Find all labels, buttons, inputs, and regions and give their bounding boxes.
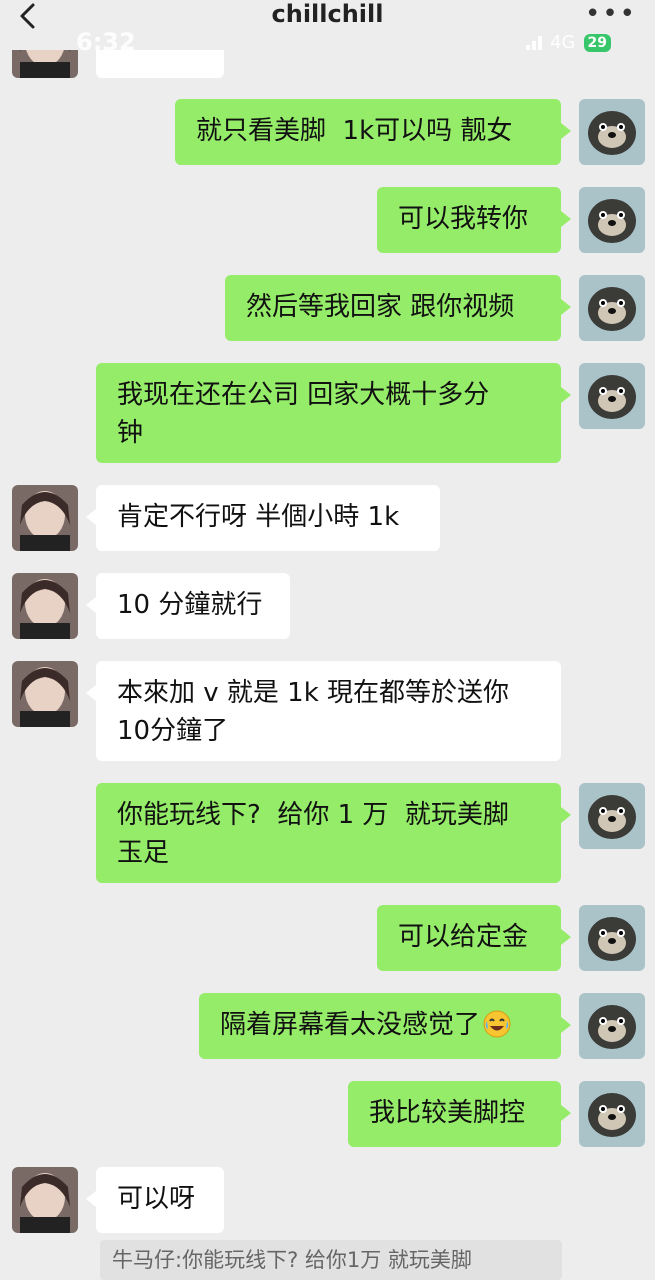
message-bubble[interactable]: 肯定不行呀 半個小時 1k	[86, 485, 440, 551]
avatar[interactable]	[579, 783, 645, 849]
laugh-cry-emoji-icon	[482, 1009, 512, 1039]
message-bubble[interactable]: 然后等我回家 跟你视频	[225, 275, 571, 341]
avatar[interactable]	[12, 573, 78, 639]
message-text: 隔着屏幕看太没感觉了	[220, 1010, 481, 1040]
status-time: 6:32	[76, 28, 136, 56]
avatar[interactable]	[12, 485, 78, 551]
message-bubble[interactable]: 可以给定金	[377, 905, 571, 971]
chat-area[interactable]: 另一條 就只看美脚 1k可以吗 靓女 可以我转你 然后等我回家 跟你视频 我现在…	[0, 0, 655, 1280]
network-type: 4G	[550, 32, 576, 53]
message-bubble[interactable]: 隔着屏幕看太没感觉了	[199, 993, 571, 1059]
status-indicators: 4G 29	[526, 32, 611, 53]
chat-header: chillchill ••• 6:32 4G 29	[0, 0, 655, 56]
message-bubble[interactable]: 可以呀	[86, 1167, 224, 1233]
message-bubble[interactable]: 我现在还在公司 回家大概十多分 钟	[96, 363, 571, 463]
avatar[interactable]	[579, 275, 645, 341]
avatar[interactable]	[12, 1167, 78, 1233]
message-bubble[interactable]: 可以我转你	[377, 187, 571, 253]
avatar[interactable]	[579, 187, 645, 253]
avatar[interactable]	[579, 363, 645, 429]
message-bubble[interactable]: 本來加 v 就是 1k 現在都等於送你 10分鐘了	[86, 661, 561, 761]
signal-icon	[526, 35, 543, 50]
battery-icon: 29	[583, 33, 611, 52]
avatar[interactable]	[579, 905, 645, 971]
message-bubble[interactable]: 就只看美脚 1k可以吗 靓女	[175, 99, 571, 165]
message-bubble[interactable]: 10 分鐘就行	[86, 573, 290, 639]
message-bubble[interactable]: 你能玩线下? 给你 1 万 就玩美脚 玉足	[96, 783, 571, 883]
avatar[interactable]	[579, 99, 645, 165]
avatar[interactable]	[579, 993, 645, 1059]
avatar[interactable]	[12, 661, 78, 727]
quoted-message[interactable]: 牛马仔:你能玩线下? 给你1万 就玩美脚	[100, 1240, 562, 1280]
avatar[interactable]	[579, 1081, 645, 1147]
message-bubble[interactable]: 我比较美脚控	[348, 1081, 571, 1147]
more-options-icon[interactable]: •••	[585, 1, 637, 27]
chat-title: chillchill	[271, 0, 384, 28]
